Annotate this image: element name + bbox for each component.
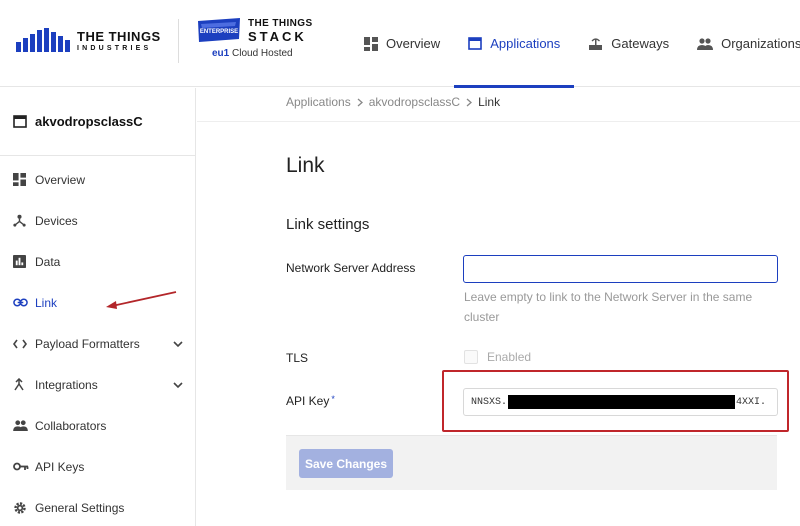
main-content: Applications akvodropsclassC Link Link L…	[197, 88, 800, 526]
merge-icon	[13, 378, 29, 391]
tti-logo[interactable]: THE THINGS INDUSTRIES	[16, 28, 161, 52]
api-key-input[interactable]: NNSXS. 4XXI.	[463, 388, 778, 416]
breadcrumb-current: Link	[478, 95, 501, 109]
api-key-label: API Key *	[286, 394, 335, 408]
chevron-down-icon[interactable]	[173, 378, 183, 392]
page-title: Link	[286, 154, 325, 177]
people-icon	[697, 37, 714, 50]
api-key-suffix: 4XXI.	[736, 396, 767, 408]
sidebar-item-label: API Keys	[35, 459, 85, 474]
dashboard-icon	[13, 173, 29, 186]
link-icon	[13, 298, 29, 307]
sidebar-item-label: Link	[35, 295, 58, 310]
stack-logo-line1: THE THINGS	[248, 18, 313, 29]
sidebar-item-label: Collaborators	[35, 418, 107, 433]
breadcrumb: Applications akvodropsclassC Link	[286, 95, 500, 109]
api-key-prefix: NNSXS.	[471, 396, 508, 408]
api-key-redaction	[508, 395, 736, 409]
api-key-label-text: API Key	[286, 394, 330, 408]
top-header: THE THINGS INDUSTRIES ENTERPRISE THE THI…	[0, 0, 800, 88]
code-icon	[13, 339, 29, 349]
annotation-arrow-icon	[106, 291, 177, 309]
network-server-address-hint: Leave empty to link to the Network Serve…	[464, 290, 753, 324]
tti-logo-bars-icon	[16, 28, 70, 52]
people-icon	[13, 420, 29, 431]
nav-gateways[interactable]: Gateways	[574, 0, 683, 87]
form-footer: Save Changes	[286, 435, 777, 490]
breadcrumb-divider	[197, 121, 800, 122]
sidebar-item-label: Data	[35, 254, 61, 269]
window-icon	[13, 115, 27, 128]
nav-gateways-label: Gateways	[611, 36, 670, 51]
nav-overview[interactable]: Overview	[350, 0, 454, 87]
top-nav: Overview Applications Gateways Organizat…	[350, 0, 800, 88]
nav-applications[interactable]: Applications	[454, 0, 575, 88]
tls-checkbox-wrap: Enabled	[464, 350, 531, 364]
chevron-down-icon[interactable]	[173, 337, 183, 351]
logo-divider	[178, 19, 179, 63]
device-hub-icon	[13, 214, 29, 227]
nav-organizations-label: Organizations	[721, 36, 800, 51]
tls-checkbox-label: Enabled	[487, 350, 532, 364]
enterprise-badge-text: ENTERPRISE	[200, 29, 238, 35]
sidebar-item-api-keys[interactable]: API Keys	[0, 446, 195, 487]
dashboard-icon	[364, 36, 378, 51]
tls-label: TLS	[286, 351, 309, 365]
tti-logo-line2: INDUSTRIES	[77, 45, 152, 52]
nav-applications-label: Applications	[490, 36, 561, 51]
app-name: akvodropsclassC	[35, 114, 143, 129]
window-icon	[468, 37, 482, 50]
save-changes-button[interactable]: Save Changes	[299, 449, 393, 478]
sidebar-item-collaborators[interactable]: Collaborators	[0, 405, 195, 446]
key-icon	[13, 462, 29, 471]
chevron-right-icon	[466, 98, 473, 107]
sidebar-item-label: Payload Formatters	[35, 336, 140, 351]
tti-logo-line1: THE THINGS	[77, 29, 161, 44]
enterprise-badge-icon: ENTERPRISE	[198, 18, 240, 42]
chevron-right-icon	[357, 98, 363, 107]
required-mark: *	[331, 394, 335, 404]
sidebar-item-data[interactable]: Data	[0, 241, 195, 282]
region-label: eu1	[212, 48, 230, 59]
sidebar-item-label: General Settings	[35, 500, 125, 515]
sidebar-item-devices[interactable]: Devices	[0, 200, 195, 241]
hosted-label: Cloud Hosted	[232, 48, 293, 59]
sidebar-item-overview[interactable]: Overview	[0, 159, 195, 200]
tls-checkbox[interactable]	[464, 350, 478, 364]
sidebar-item-payload-formatters[interactable]: Payload Formatters	[0, 323, 195, 364]
network-server-address-label: Network Server Address	[286, 261, 416, 275]
bar-chart-icon	[13, 255, 29, 268]
nav-organizations[interactable]: Organizations	[683, 0, 800, 87]
sidebar-item-integrations[interactable]: Integrations	[0, 364, 195, 405]
sidebar-item-label: Devices	[35, 213, 78, 228]
section-title: Link settings	[286, 216, 370, 233]
gear-icon	[13, 501, 29, 515]
stack-logo-line2: STACK	[248, 29, 307, 44]
nav-overview-label: Overview	[386, 36, 441, 51]
sidebar-item-label: Integrations	[35, 377, 98, 392]
sidebar-app-title: akvodropsclassC	[0, 88, 195, 156]
router-icon	[588, 37, 603, 51]
breadcrumb-applications[interactable]: Applications	[286, 95, 351, 109]
network-server-address-input[interactable]	[463, 255, 778, 283]
sidebar-item-label: Overview	[35, 172, 86, 187]
sidebar-item-general-settings[interactable]: General Settings	[0, 487, 195, 526]
breadcrumb-app[interactable]: akvodropsclassC	[369, 95, 460, 109]
